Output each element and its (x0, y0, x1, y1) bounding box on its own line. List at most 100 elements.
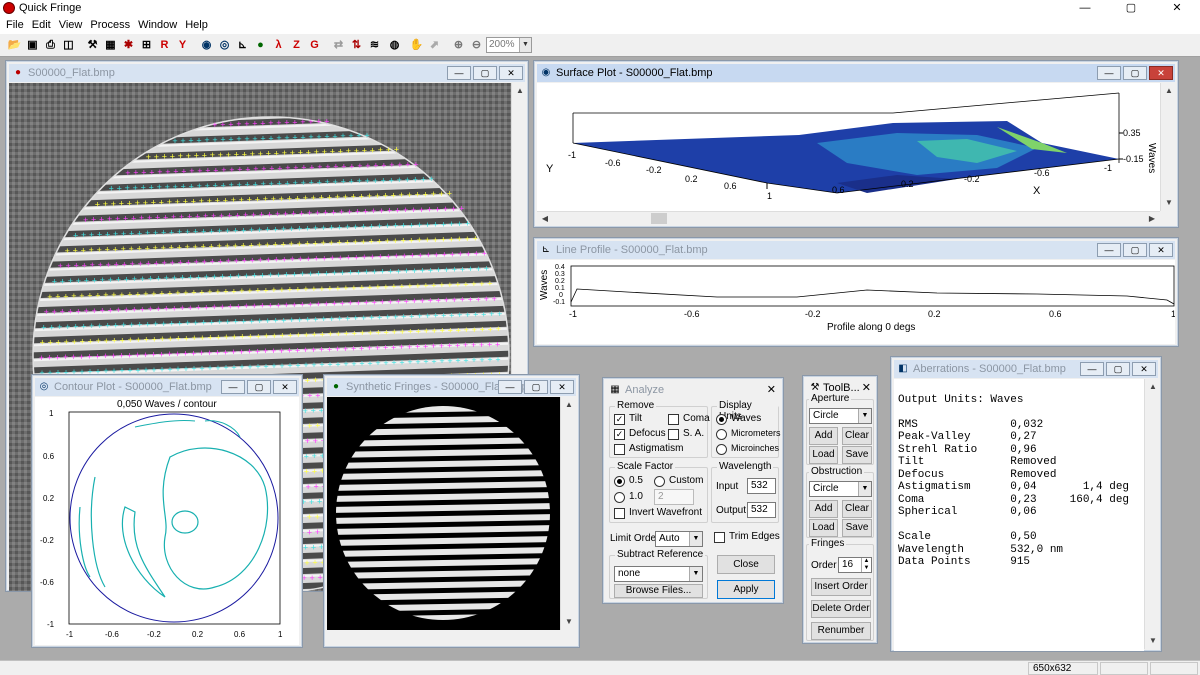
print-preview-icon[interactable]: ◫ (60, 37, 77, 54)
save-icon[interactable]: ▣ (24, 37, 41, 54)
aberrations-minimize-button[interactable]: — (1080, 362, 1104, 376)
analyze-close-icon[interactable]: ✕ (767, 383, 776, 396)
scroll-thumb[interactable] (651, 213, 667, 224)
grid-icon[interactable]: ⊞ (138, 37, 155, 54)
aberrations-vscroll[interactable]: ▲ ▼ (1144, 379, 1159, 649)
wavelength-output-field[interactable]: 532 (747, 502, 776, 518)
apply-button[interactable]: Apply (717, 580, 775, 599)
g-icon[interactable]: G (306, 37, 323, 54)
renumber-button[interactable]: Renumber (811, 622, 871, 640)
obstruction-shape-select[interactable]: Circle ▼ (809, 481, 872, 497)
scroll-right-icon[interactable]: ▶ (1144, 211, 1160, 227)
obstruction-load-button[interactable]: Load (809, 519, 838, 537)
scroll-up-icon[interactable]: ▲ (1161, 83, 1177, 99)
close-button[interactable]: ✕ (1154, 0, 1200, 17)
lambda-icon[interactable]: λ (270, 37, 287, 54)
astigmatism-checkbox[interactable] (614, 444, 625, 455)
profile-maximize-button[interactable]: ▢ (1123, 243, 1147, 257)
menu-edit[interactable]: Edit (30, 17, 57, 34)
minimize-button[interactable]: — (1062, 0, 1108, 17)
scroll-up-icon[interactable]: ▲ (561, 397, 577, 413)
insert-order-button[interactable]: Insert Order (811, 578, 871, 596)
menu-help[interactable]: Help (183, 17, 214, 34)
aperture-add-button[interactable]: Add (809, 427, 838, 445)
waves-radio[interactable] (716, 414, 727, 425)
defocus-checkbox[interactable]: ✓ (614, 429, 625, 440)
scroll-down-icon[interactable]: ▼ (1161, 195, 1177, 211)
zoom-in-icon[interactable]: ⊕ (450, 37, 467, 54)
surface-minimize-button[interactable]: — (1097, 66, 1121, 80)
contour-minimize-button[interactable]: — (221, 380, 245, 394)
image-maximize-button[interactable]: ▢ (473, 66, 497, 80)
profile-minimize-button[interactable]: — (1097, 243, 1121, 257)
print-icon[interactable]: ⎙ (42, 37, 59, 54)
fringe-icon[interactable]: ▦ (102, 37, 119, 54)
aperture-shape-select[interactable]: Circle ▼ (809, 408, 872, 424)
wave-icon[interactable]: ≋ (366, 37, 383, 54)
aberrations-close-button[interactable]: ✕ (1132, 362, 1156, 376)
browse-files-button[interactable]: Browse Files... (614, 584, 703, 598)
menu-view[interactable]: View (57, 17, 89, 34)
spin-icon[interactable]: ▲ ▼ (861, 558, 871, 572)
synthetic-icon[interactable]: ● (252, 37, 269, 54)
synthetic-minimize-button[interactable]: — (498, 380, 522, 394)
surface-icon[interactable]: ◉ (198, 37, 215, 54)
wavelength-input-field[interactable]: 532 (747, 478, 776, 494)
coma-checkbox[interactable] (668, 414, 679, 425)
maximize-button[interactable]: ▢ (1108, 0, 1154, 17)
menu-file[interactable]: File (4, 17, 30, 34)
interferogram-icon[interactable]: ◍ (386, 37, 403, 54)
synthetic-maximize-button[interactable]: ▢ (524, 380, 548, 394)
close-dialog-button[interactable]: Close (717, 555, 775, 574)
invert-wavefront-checkbox[interactable] (614, 508, 625, 519)
cascade-icon[interactable]: ⇅ (348, 37, 365, 54)
scale-10-radio[interactable] (614, 492, 625, 503)
surface-vscroll[interactable]: ▲ ▼ (1160, 83, 1176, 211)
scroll-up-icon[interactable]: ▲ (512, 83, 528, 99)
pointer-icon[interactable]: ⬈ (426, 37, 443, 54)
micrometers-radio[interactable] (716, 429, 727, 440)
zernike-icon[interactable]: Z (288, 37, 305, 54)
menu-window[interactable]: Window (136, 17, 183, 34)
scroll-up-icon[interactable]: ▲ (1145, 379, 1161, 395)
obstruction-save-button[interactable]: Save (842, 519, 872, 537)
obstruction-clear-button[interactable]: Clear (842, 500, 872, 518)
synthetic-vscroll[interactable]: ▲ ▼ (560, 397, 576, 630)
scroll-down-icon[interactable]: ▼ (1145, 633, 1161, 649)
aperture-load-button[interactable]: Load (809, 446, 838, 464)
aperture-clear-button[interactable]: Clear (842, 427, 872, 445)
custom-scale-input[interactable]: 2 (654, 489, 694, 505)
scroll-left-icon[interactable]: ◀ (537, 211, 553, 227)
scale-custom-radio[interactable] (654, 476, 665, 487)
tools-icon[interactable]: ⚒ (84, 37, 101, 54)
trace-icon[interactable]: ✱ (120, 37, 137, 54)
zoom-select[interactable]: 200% ▼ (486, 37, 532, 53)
tile-icon[interactable]: ⇄ (330, 37, 347, 54)
obstruction-add-button[interactable]: Add (809, 500, 838, 518)
tilt-checkbox[interactable]: ✓ (614, 414, 625, 425)
aperture-save-button[interactable]: Save (842, 446, 872, 464)
r-icon[interactable]: R (156, 37, 173, 54)
surface-maximize-button[interactable]: ▢ (1123, 66, 1147, 80)
image-minimize-button[interactable]: — (447, 66, 471, 80)
order-stepper[interactable]: 16 ▲ ▼ (838, 557, 872, 573)
microinches-radio[interactable] (716, 444, 727, 455)
surface-hscroll[interactable]: ◀ ▶ (537, 211, 1160, 225)
y-icon[interactable]: Y (174, 37, 191, 54)
profile-icon[interactable]: ⊾ (234, 37, 251, 54)
sa-checkbox[interactable] (668, 429, 679, 440)
surface-close-button[interactable]: ✕ (1149, 66, 1173, 80)
limit-order-select[interactable]: Auto ▼ (655, 531, 703, 547)
aberrations-maximize-button[interactable]: ▢ (1106, 362, 1130, 376)
menu-process[interactable]: Process (88, 17, 136, 34)
profile-close-button[interactable]: ✕ (1149, 243, 1173, 257)
hand-icon[interactable]: ✋ (408, 37, 425, 54)
contour-icon[interactable]: ◎ (216, 37, 233, 54)
delete-order-button[interactable]: Delete Order (811, 600, 871, 618)
image-close-button[interactable]: ✕ (499, 66, 523, 80)
zoom-out-icon[interactable]: ⊖ (468, 37, 485, 54)
trim-edges-checkbox[interactable] (714, 532, 725, 543)
scroll-down-icon[interactable]: ▼ (561, 614, 577, 630)
synthetic-close-button[interactable]: ✕ (550, 380, 574, 394)
open-icon[interactable]: 📂 (6, 37, 23, 54)
